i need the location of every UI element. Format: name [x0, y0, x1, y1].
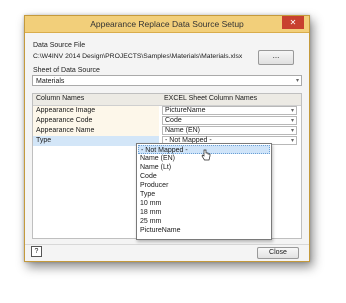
row-value-select[interactable]: Name (EN) ▾ — [162, 126, 297, 135]
data-source-file-label: Data Source File — [33, 42, 86, 49]
sheet-label: Sheet of Data Source — [33, 67, 100, 74]
chevron-down-icon: ▾ — [290, 108, 294, 114]
sheet-select-value: Materials — [36, 78, 65, 85]
row-value: PictureName — [165, 107, 206, 114]
row-name: Appearance Name — [33, 126, 159, 136]
dropdown-option[interactable]: Producer — [138, 181, 270, 190]
sheet-select[interactable]: Materials ▾ — [32, 75, 302, 86]
dropdown-option[interactable]: Code — [138, 172, 270, 181]
help-icon[interactable]: ? — [31, 246, 42, 257]
header-column-names: Column Names — [36, 95, 85, 102]
chevron-down-icon: ▾ — [290, 128, 294, 134]
data-source-path: C:\W4INV 2014 Design\PROJECTS\Samples\Ma… — [33, 53, 243, 60]
header-excel-columns: EXCEL Sheet Column Names — [164, 95, 258, 102]
footer-divider — [25, 244, 309, 245]
dropdown-option[interactable]: PictureName — [138, 226, 270, 235]
row-value: Code — [165, 117, 182, 124]
row-name: Appearance Image — [33, 106, 159, 116]
row-name: Appearance Code — [33, 116, 159, 126]
title-bar[interactable]: Appearance Replace Data Source Setup ✕ — [25, 16, 309, 33]
close-button[interactable]: Close — [257, 247, 299, 259]
row-value-select[interactable]: PictureName ▾ — [162, 106, 297, 115]
row-value-select[interactable]: Code ▾ — [162, 116, 297, 125]
row-value: Name (EN) — [165, 127, 201, 134]
window-title: Appearance Replace Data Source Setup — [90, 19, 244, 29]
dropdown-option[interactable]: 25 mm — [138, 217, 270, 226]
chevron-down-icon: ▾ — [295, 78, 299, 84]
table-row: Appearance Image PictureName ▾ — [33, 106, 301, 116]
dropdown-option[interactable]: Type — [138, 190, 270, 199]
chevron-down-icon: ▾ — [290, 118, 294, 124]
table-row: Appearance Name Name (EN) ▾ — [33, 126, 301, 136]
dropdown-option[interactable]: 10 mm — [138, 199, 270, 208]
hand-cursor-icon — [201, 149, 211, 161]
dropdown-option[interactable]: 18 mm — [138, 208, 270, 217]
dropdown-option[interactable]: Name (Lt) — [138, 163, 270, 172]
grid-header: Column Names EXCEL Sheet Column Names — [33, 94, 301, 106]
table-row: Appearance Code Code ▾ — [33, 116, 301, 126]
browse-button[interactable]: ... — [258, 50, 294, 65]
close-icon[interactable]: ✕ — [282, 16, 304, 29]
chevron-down-icon: ▾ — [290, 138, 294, 144]
